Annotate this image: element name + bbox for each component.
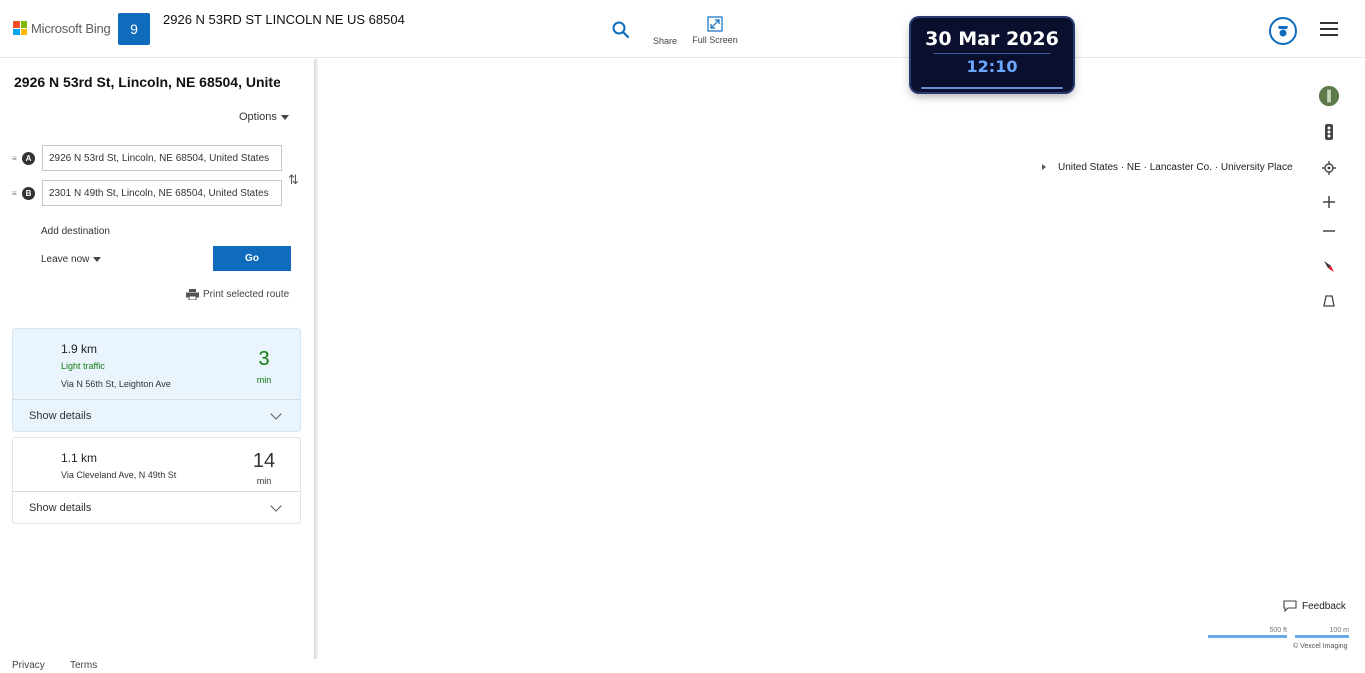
drag-handle-icon[interactable]: ≡: [12, 154, 17, 163]
privacy-link[interactable]: Privacy: [12, 660, 45, 671]
waypoint-b-icon: B: [22, 187, 35, 200]
terms-link[interactable]: Terms: [70, 660, 97, 671]
top-bar: Microsoft Bing 9 2926 N 53RD ST LINCOLN …: [0, 0, 1365, 58]
scale-bar-ft: 500 ft: [1208, 627, 1287, 638]
search-query-text[interactable]: 2926 N 53RD ST LINCOLN NE US 68504: [163, 12, 405, 27]
options-label: Options: [239, 111, 277, 123]
print-route-button[interactable]: Print selected route: [186, 289, 289, 300]
waypoint-b-input[interactable]: [42, 180, 282, 206]
fullscreen-button[interactable]: Full Screen: [690, 16, 740, 45]
show-details-button[interactable]: Show details: [13, 399, 300, 431]
feedback-button[interactable]: Feedback: [1283, 600, 1346, 612]
route-card-1[interactable]: 1.9 km Light traffic Via N 56th St, Leig…: [12, 328, 301, 432]
waypoint-a-icon: A: [22, 152, 35, 165]
add-destination-button[interactable]: Add destination: [41, 226, 110, 237]
leave-now-label: Leave now: [41, 254, 90, 265]
route-card-2[interactable]: 1.1 km Via Cleveland Ave, N 49th St 14 m…: [12, 437, 301, 524]
brand-name[interactable]: Microsoft Bing: [31, 21, 111, 36]
locate-me-icon[interactable]: [1318, 157, 1340, 179]
search-icon[interactable]: [611, 20, 631, 40]
waypoint-a-input[interactable]: [42, 145, 282, 171]
route-min-label: min: [256, 476, 272, 486]
panel-divider: [314, 59, 318, 659]
show-details-button[interactable]: Show details: [13, 491, 300, 523]
overlay-time: 12:10: [966, 57, 1018, 76]
search-count-badge[interactable]: 9: [118, 13, 150, 45]
compass-icon[interactable]: [1318, 255, 1340, 277]
options-dropdown[interactable]: Options: [239, 111, 289, 123]
swap-waypoints-icon[interactable]: ⇅: [288, 172, 299, 188]
panel-title: 2926 N 53rd St, Lincoln, NE 68504, Unite…: [14, 74, 280, 90]
route-minutes: 3: [258, 348, 270, 370]
location-breadcrumb[interactable]: United States · NE · Lancaster Co. · Uni…: [1042, 162, 1293, 173]
caret-down-icon: [280, 114, 289, 120]
date-time-overlay: 30 Mar 2026 12:10: [911, 18, 1073, 92]
go-button[interactable]: Go: [213, 246, 291, 271]
route-distance: 1.1 km: [61, 451, 98, 465]
printer-icon: [186, 289, 199, 300]
scale-ft-bar: [1208, 635, 1287, 638]
rewards-icon[interactable]: [1269, 17, 1297, 45]
directions-panel: 2926 N 53rd St, Lincoln, NE 68504, Unite…: [0, 59, 314, 659]
microsoft-logo-icon[interactable]: [13, 21, 27, 35]
map-style-icon[interactable]: [1318, 85, 1340, 107]
leave-now-dropdown[interactable]: Leave now: [41, 254, 102, 265]
expand-triangle-icon: [1042, 164, 1046, 171]
drag-handle-icon[interactable]: ≡: [12, 189, 17, 198]
overlay-divider: [933, 53, 1051, 54]
route-via: Via Cleveland Ave, N 49th St: [61, 470, 177, 480]
route-min-label: min: [256, 375, 272, 385]
feedback-icon: [1283, 600, 1297, 612]
share-label: Share: [652, 36, 678, 46]
zoom-in-icon[interactable]: [1318, 191, 1340, 213]
scale-m-bar: [1295, 635, 1349, 638]
scale-m-label: 100 m: [1329, 627, 1349, 634]
tilt-view-icon[interactable]: [1318, 290, 1340, 312]
overlay-underline: [921, 87, 1063, 89]
chevron-down-icon: [270, 408, 282, 420]
expand-icon: [707, 16, 723, 32]
hamburger-menu-icon[interactable]: [1320, 22, 1338, 36]
route-via: Via N 56th St, Leighton Ave: [61, 379, 171, 389]
feedback-label: Feedback: [1302, 600, 1346, 612]
fullscreen-label: Full Screen: [692, 35, 738, 45]
scale-bar-m: 100 m: [1295, 627, 1349, 638]
caret-down-icon: [93, 256, 102, 262]
route-minutes: 14: [252, 450, 276, 472]
route-traffic: Light traffic: [61, 361, 105, 371]
chevron-down-icon: [270, 500, 282, 512]
overlay-date: 30 Mar 2026: [925, 28, 1059, 50]
traffic-light-icon[interactable]: [1318, 121, 1340, 143]
show-details-label: Show details: [29, 501, 92, 514]
route-distance: 1.9 km: [61, 342, 98, 356]
zoom-out-icon[interactable]: [1318, 220, 1340, 242]
scale-ft-label: 500 ft: [1269, 627, 1287, 634]
breadcrumb-text: United States · NE · Lancaster Co. · Uni…: [1058, 162, 1293, 173]
imagery-copyright: © Vexcel Imaging: [1293, 643, 1348, 650]
show-details-label: Show details: [29, 409, 92, 422]
print-label: Print selected route: [203, 289, 290, 300]
